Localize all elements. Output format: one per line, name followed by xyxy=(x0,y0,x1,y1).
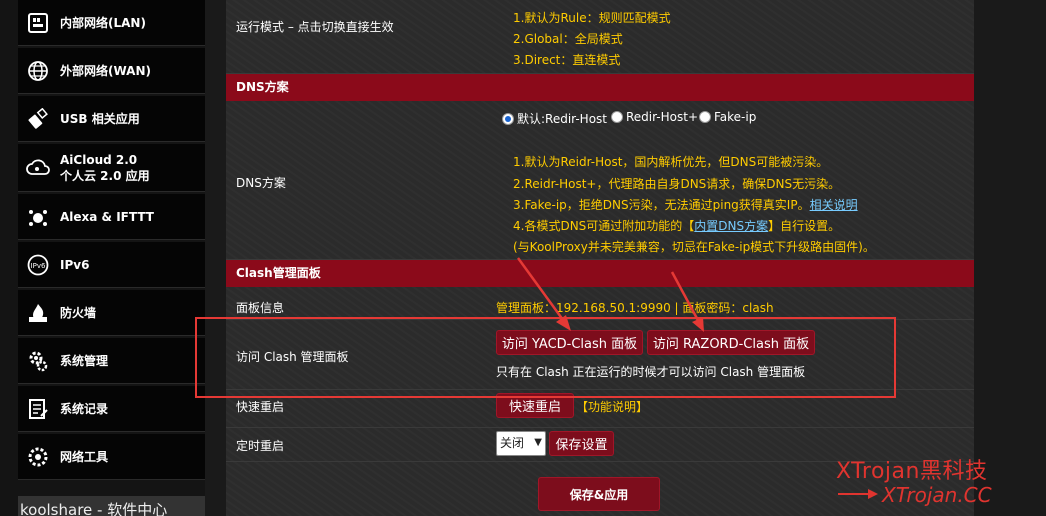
radio-selected-icon xyxy=(502,112,514,125)
run-mode-label: 运行模式 – 点击切换直接生效 xyxy=(236,20,394,34)
annotation-highlight-box xyxy=(195,317,896,398)
sidebar-item-label: 外部网络(WAN) xyxy=(60,63,151,78)
dns-note-4-post: 】自行设置。 xyxy=(768,219,841,233)
timed-restart-label: 定时重启 xyxy=(236,439,285,453)
sidebar-item-label: 系统管理 xyxy=(60,353,109,368)
timed-restart-value: 关闭 xyxy=(500,436,525,450)
sidebar-item-lan[interactable]: 内部网络(LAN) xyxy=(18,0,205,46)
usb-icon xyxy=(26,107,50,131)
ipv6-icon: IPv6 xyxy=(26,253,50,277)
sidebar-item-syslog[interactable]: 系统记录 xyxy=(18,386,205,432)
sidebar-item-aicloud[interactable]: AiCloud 2.0 个人云 2.0 应用 xyxy=(18,144,205,192)
dns-help-link[interactable]: 相关说明 xyxy=(810,198,858,212)
sidebar-item-nettools[interactable]: 网络工具 xyxy=(18,434,205,480)
dns-option-fake-ip[interactable]: Fake-ip xyxy=(699,110,756,124)
svg-text:IPv6: IPv6 xyxy=(31,262,46,270)
run-mode-note-1: 1.默认为Rule：规则匹配模式 xyxy=(513,11,671,25)
firewall-icon xyxy=(26,301,50,325)
network-tools-icon xyxy=(26,445,50,469)
dns-note-2: 2.Reidr-Host+，代理路由自身DNS请求，确保DNS无污染。 xyxy=(513,177,841,191)
sidebar-item-label: AiCloud 2.0 xyxy=(60,152,138,167)
sidebar-item-label: 网络工具 xyxy=(60,449,109,464)
timed-restart-select[interactable]: 关闭 ▼ xyxy=(496,431,546,456)
sidebar-item-software-center[interactable]: koolshare - 软件中心 xyxy=(18,496,205,516)
quick-restart-label: 快速重启 xyxy=(236,400,285,414)
dns-option-label: Redir-Host+ xyxy=(626,110,699,124)
dns-option-label: 默认:Redir-Host xyxy=(517,112,607,126)
run-mode-row: 运行模式 – 点击切换直接生效 1.默认为Rule：规则匹配模式 2.Globa… xyxy=(226,0,974,74)
clash-section-header: Clash管理面板 xyxy=(226,260,974,287)
sidebar-item-label: Alexa & IFTTT xyxy=(60,209,154,224)
dns-option-redir-host-plus[interactable]: Redir-Host+ xyxy=(611,110,698,124)
sidebar-item-ipv6[interactable]: IPv6 IPv6 xyxy=(18,242,205,288)
dns-label: DNS方案 xyxy=(236,176,286,190)
dns-note-3: 3.Fake-ip，拒绝DNS污染，无法通过ping获得真实IP。相关说明 xyxy=(513,196,858,213)
alexa-icon xyxy=(26,205,50,229)
sidebar-item-label-group: AiCloud 2.0 个人云 2.0 应用 xyxy=(60,152,150,184)
admin-gear-icon xyxy=(26,349,50,373)
lan-icon xyxy=(26,11,50,35)
sidebar-item-label: USB 相关应用 xyxy=(60,111,140,126)
run-mode-note-3: 3.Direct：直连模式 xyxy=(513,53,621,67)
globe-icon xyxy=(26,59,50,83)
sidebar-item-label: 防火墙 xyxy=(60,305,97,320)
sidebar-item-admin[interactable]: 系统管理 xyxy=(18,338,205,384)
panel-info-value: 管理面板：192.168.50.1:9990 | 面板密码：clash xyxy=(496,301,774,315)
chevron-down-icon: ▼ xyxy=(534,437,542,448)
dns-note-4: 4.各模式DNS可通过附加功能的【内置DNS方案】自行设置。 xyxy=(513,217,840,234)
settings-panel: 运行模式 – 点击切换直接生效 1.默认为Rule：规则匹配模式 2.Globa… xyxy=(226,0,974,516)
sidebar-item-label: 系统记录 xyxy=(60,401,109,416)
builtin-dns-link[interactable]: 内置DNS方案 xyxy=(694,219,768,233)
dns-note-5: (与KoolProxy并未完美兼容，切忌在Fake-ip模式下升级路由固件)。 xyxy=(513,240,875,254)
sidebar: 内部网络(LAN) 外部网络(WAN) USB 相关应用 AiCloud 2.0… xyxy=(0,0,205,516)
dns-option-redir-host[interactable]: 默认:Redir-Host xyxy=(502,110,607,127)
run-mode-note-2: 2.Global：全局模式 xyxy=(513,32,623,46)
dns-note-1: 1.默认为Reidr-Host，国内解析优先，但DNS可能被污染。 xyxy=(513,155,829,169)
sidebar-item-usb[interactable]: USB 相关应用 xyxy=(18,96,205,142)
radio-unselected-icon xyxy=(699,111,711,123)
sidebar-item-wan[interactable]: 外部网络(WAN) xyxy=(18,48,205,94)
dns-section-header: DNS方案 xyxy=(226,74,974,101)
sidebar-item-label: 内部网络(LAN) xyxy=(60,15,146,30)
dns-note-4-pre: 4.各模式DNS可通过附加功能的【 xyxy=(513,219,695,233)
log-icon xyxy=(26,397,50,421)
panel-info-label: 面板信息 xyxy=(236,301,285,315)
sidebar-item-label: IPv6 xyxy=(60,257,90,272)
watermark-site: XTrojan.CC xyxy=(882,483,992,507)
save-settings-button[interactable]: 保存设置 xyxy=(549,431,614,456)
cloud-icon xyxy=(26,156,50,180)
save-apply-button[interactable]: 保存&应用 xyxy=(538,477,660,511)
dns-option-label: Fake-ip xyxy=(714,110,757,124)
watermark-title: XTrojan黑科技 xyxy=(836,459,988,484)
sidebar-item-firewall[interactable]: 防火墙 xyxy=(18,290,205,336)
sidebar-item-alexa[interactable]: Alexa & IFTTT xyxy=(18,194,205,240)
quick-restart-help[interactable]: 【功能说明】 xyxy=(576,398,648,415)
dns-note-3-text: 3.Fake-ip，拒绝DNS污染，无法通过ping获得真实IP。 xyxy=(513,198,810,212)
radio-unselected-icon xyxy=(611,111,623,123)
panel-info-row: 面板信息 管理面板：192.168.50.1:9990 | 面板密码：clash xyxy=(226,287,974,320)
sidebar-item-sublabel: 个人云 2.0 应用 xyxy=(60,168,150,183)
